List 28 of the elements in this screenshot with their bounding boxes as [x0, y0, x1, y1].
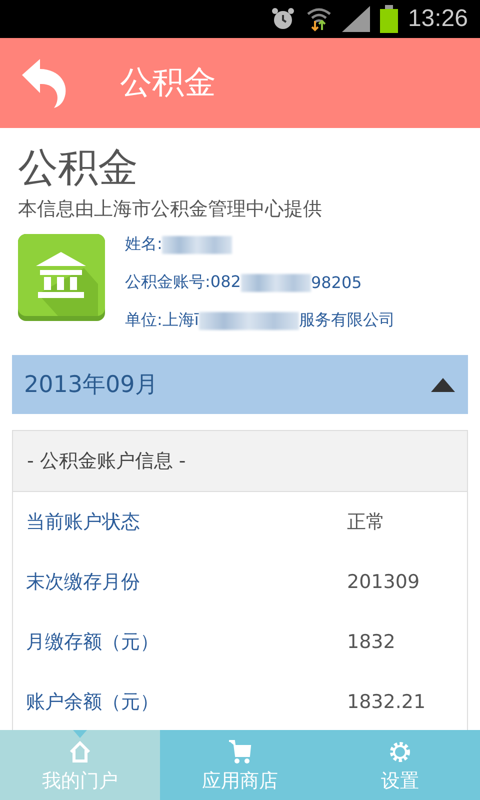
row-value: 1832.21: [347, 691, 426, 713]
signal-icon: [342, 6, 370, 32]
section-heading: - 公积金账户信息 -: [13, 431, 467, 492]
nav-tab[interactable]: 设置: [320, 730, 480, 800]
row-label: 末次缴存月份: [26, 570, 141, 595]
pointer-icon: [73, 730, 87, 738]
row-label: 账户余额（元）: [26, 690, 160, 715]
info-field: 公积金账号:082 98205: [125, 272, 395, 293]
info-field: 姓名:: [125, 234, 395, 255]
wifi-icon: [306, 6, 332, 32]
nav-tab[interactable]: 应用商店: [160, 730, 320, 800]
row-value: 1832: [347, 631, 396, 653]
month-bar[interactable]: 2013年09月: [12, 355, 468, 414]
info-field: 单位:上海ī 服务有限公司: [125, 310, 395, 331]
alarm-icon: [270, 6, 296, 32]
collapse-icon: [430, 376, 456, 392]
row-label: 当前账户状态: [26, 510, 141, 535]
battery-icon: [380, 5, 398, 33]
nav-tab[interactable]: 我的门户: [0, 730, 160, 800]
page-title: 公积金: [18, 144, 139, 193]
row-label: 月缴存额（元）: [26, 630, 160, 655]
row-value: 正常: [347, 510, 385, 535]
subtitle: 本信息由上海市公积金管理中心提供: [18, 197, 323, 222]
row-value: 201309: [347, 571, 420, 593]
bank-icon: [18, 234, 105, 321]
clock: 13:26: [408, 5, 468, 33]
header-title: 公积金: [120, 62, 216, 103]
cart-icon: [227, 738, 253, 766]
